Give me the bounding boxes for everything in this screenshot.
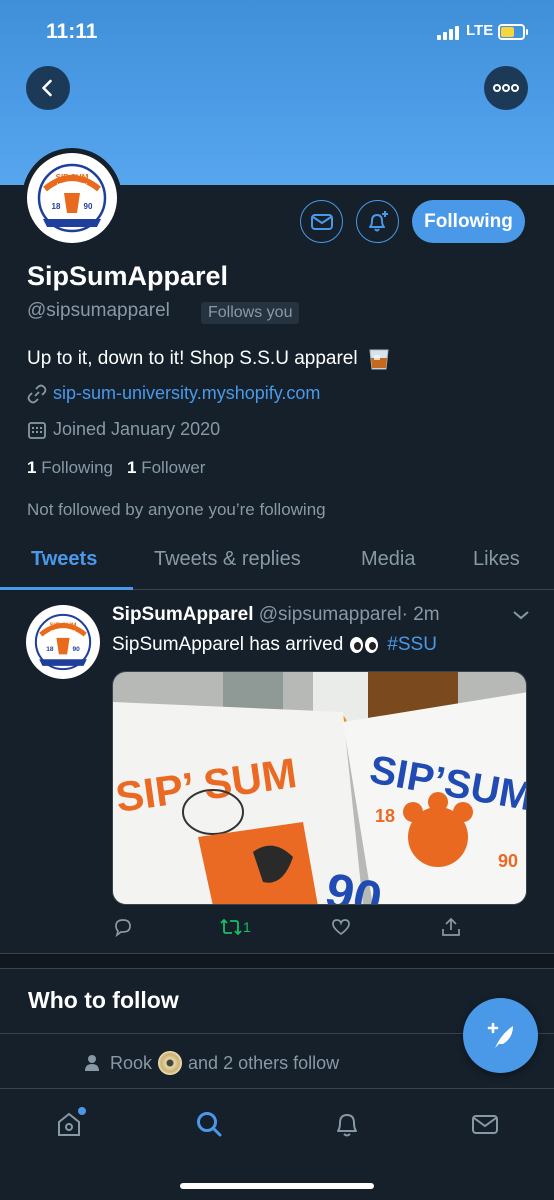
nav-search[interactable]: [192, 1107, 226, 1141]
heart-icon: [332, 919, 350, 936]
svg-text:UNIVERSITY: UNIVERSITY: [57, 183, 88, 189]
profile-tabs: Tweets Tweets & replies Media Likes: [0, 538, 554, 590]
new-content-dot: [78, 1107, 86, 1115]
website-link[interactable]: sip-sum-university.myshopify.com: [53, 383, 320, 404]
bell-plus-icon: [368, 210, 388, 231]
tweet-actions: 1: [112, 916, 527, 942]
svg-text:90: 90: [72, 646, 80, 653]
compose-feather-icon: [487, 1022, 513, 1048]
tweet-author-handle: @sipsumapparel: [258, 604, 402, 625]
search-icon: [197, 1112, 222, 1137]
share-button[interactable]: [440, 916, 462, 938]
context-suffix: and 2 others follow: [188, 1052, 340, 1073]
battery-icon: [498, 24, 528, 40]
followers-count: 1: [127, 458, 137, 477]
tweet-avatar[interactable]: SIP SUM UNIVERSITY 18 90: [26, 605, 100, 679]
apparel-photo: SIP’ SUM SIP’SUM 18 90 90: [113, 672, 526, 904]
who-to-follow-context: Rook and 2 others follow: [84, 1051, 339, 1075]
tab-tweets-and-replies[interactable]: Tweets & replies: [154, 548, 301, 571]
following-button[interactable]: Following: [412, 200, 525, 243]
disc-emoji-icon: [158, 1051, 183, 1075]
reply-button[interactable]: [112, 916, 134, 938]
follows-you-badge: Follows you: [201, 302, 300, 324]
profile-handle: @sipsumapparel: [27, 300, 170, 321]
profile-bio: Up to it, down to it! Shop S.S.U apparel: [27, 346, 392, 372]
calendar-icon: [28, 421, 46, 439]
who-to-follow-title: Who to follow: [28, 987, 179, 1013]
network-label: LTE: [466, 22, 494, 39]
message-button[interactable]: [300, 200, 343, 243]
sip-sum-logo: SIP SUM UNIVERSITY 18 90: [34, 613, 92, 671]
mail-icon: [310, 213, 333, 230]
tweet-hashtag[interactable]: #SSU: [387, 634, 437, 656]
followers-link[interactable]: 1 Follower: [127, 458, 205, 477]
tweet-author-name[interactable]: SipSumApparel: [112, 604, 253, 625]
status-bar: 11:11 LTE: [0, 0, 554, 60]
svg-text:SIP SUM: SIP SUM: [56, 173, 89, 182]
website-row[interactable]: sip-sum-university.myshopify.com: [27, 383, 320, 404]
tab-media[interactable]: Media: [361, 548, 415, 571]
retweet-count: 1: [243, 919, 251, 935]
tab-tweets[interactable]: Tweets: [31, 548, 97, 571]
chevron-left-icon: [42, 79, 52, 97]
following-link[interactable]: 1 Following: [27, 458, 113, 477]
tweet[interactable]: SIP SUM UNIVERSITY 18 90 SipSumApparel @…: [0, 591, 554, 953]
tweet-image[interactable]: SIP’ SUM SIP’SUM 18 90 90: [112, 671, 527, 905]
section-divider: [0, 953, 554, 969]
notifications-button[interactable]: [356, 200, 399, 243]
svg-text:UNIVERSITY: UNIVERSITY: [51, 629, 76, 634]
followers-label: Follower: [141, 458, 206, 477]
back-button[interactable]: [26, 66, 70, 110]
active-tab-indicator: [0, 587, 133, 590]
eyes-emoji-icon: [350, 637, 380, 653]
retweet-button[interactable]: 1: [219, 916, 251, 938]
tweet-body: SipSumApparel has arrived: [112, 634, 344, 655]
joined-row: Joined January 2020: [27, 419, 220, 440]
home-indicator[interactable]: [180, 1183, 374, 1189]
nav-home[interactable]: [52, 1107, 86, 1141]
following-count: 1: [27, 458, 37, 477]
tab-likes[interactable]: Likes: [473, 548, 520, 571]
retweet-icon: [220, 918, 242, 936]
display-name: SipSumApparel: [27, 261, 229, 291]
person-icon: [85, 1055, 99, 1071]
like-button[interactable]: [330, 916, 352, 938]
followers-context: Not followed by anyone you’re following: [27, 500, 326, 519]
nav-notifications[interactable]: [330, 1107, 364, 1141]
reply-icon: [115, 919, 131, 938]
sip-sum-logo: SIP SUM UNIVERSITY 18 90: [37, 163, 107, 233]
chevron-down-icon[interactable]: [512, 609, 530, 621]
svg-text:90: 90: [84, 202, 93, 211]
svg-text:18: 18: [375, 806, 395, 826]
following-label: Following: [41, 458, 114, 477]
tweet-header: SipSumApparel @sipsumapparel· 2m: [112, 604, 440, 626]
share-icon: [442, 917, 460, 936]
compose-tweet-button[interactable]: [463, 998, 538, 1073]
status-time: 11:11: [46, 20, 98, 43]
bell-icon: [337, 1114, 357, 1137]
svg-text:18: 18: [52, 202, 61, 211]
nav-messages[interactable]: [468, 1107, 502, 1141]
joined-date: Joined January 2020: [53, 419, 221, 439]
bio-text: Up to it, down to it! Shop S.S.U apparel: [27, 348, 358, 369]
svg-text:18: 18: [46, 646, 54, 653]
link-icon: [27, 384, 47, 403]
mail-icon: [472, 1115, 498, 1134]
whiskey-glass-icon: [366, 346, 392, 372]
profile-avatar[interactable]: SIP SUM UNIVERSITY 18 90: [22, 148, 122, 248]
context-name: Rook: [110, 1052, 153, 1073]
signal-icon: [437, 26, 463, 40]
follow-counts: 1 Following 1 Follower: [27, 458, 205, 478]
svg-text:90: 90: [498, 851, 518, 871]
tweet-time: · 2m: [401, 604, 440, 625]
tweet-text: SipSumApparel has arrived #SSU: [112, 634, 437, 656]
more-dots-icon: [493, 84, 519, 92]
more-options-button[interactable]: [484, 66, 528, 110]
